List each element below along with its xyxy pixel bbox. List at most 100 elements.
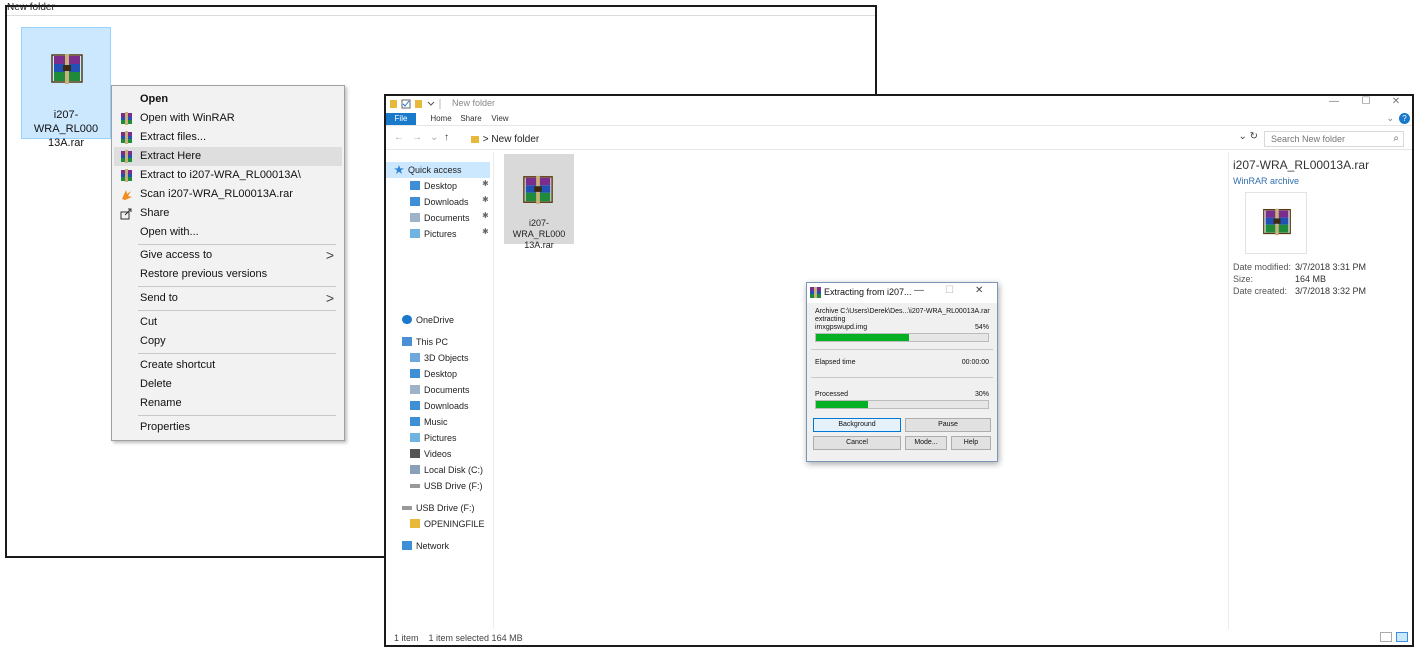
details-key: Date modified: [1233,262,1292,272]
tab-share[interactable]: Share [458,113,484,125]
details-pane: i207-WRA_RL00013A.rar WinRAR archive Dat… [1228,152,1412,629]
view-toggle [1376,632,1408,643]
menu-item-open-with[interactable]: Open with... [114,223,342,242]
minimize-button[interactable]: — [1320,96,1348,107]
search-icon[interactable]: ⌕ [1393,133,1399,144]
menu-item-copy[interactable]: Copy [114,332,342,351]
pin-icon[interactable]: ✱ [482,179,489,188]
forward-arrow-icon[interactable]: → [412,132,422,143]
menu-item-extract-to-folder[interactable]: Extract to i207-WRA_RL00013A\ [114,166,342,185]
nav-desktop-quick[interactable]: Desktop [386,178,457,194]
nav-documents[interactable]: Documents [386,382,470,398]
menu-item-label: Create shortcut [140,359,216,371]
pin-icon[interactable]: ✱ [482,227,489,236]
nav-videos[interactable]: Videos [386,446,451,462]
search-box[interactable]: ⌕ [1264,131,1404,147]
search-input[interactable] [1265,132,1381,146]
menu-item-open[interactable]: Open [114,90,342,109]
menu-item-label: Delete [140,378,172,390]
menu-item-open-with-winrar[interactable]: Open with WinRAR [114,109,342,128]
folder-icon [471,135,479,143]
menu-item-restore-versions[interactable]: Restore previous versions [114,265,342,284]
menu-item-delete[interactable]: Delete [114,375,342,394]
details-size: Size: 164 MB [1233,274,1326,284]
menu-item-properties[interactable]: Properties [114,418,342,437]
nav-label: OPENINGFILE [424,519,485,529]
nav-pictures[interactable]: Pictures [386,430,457,446]
pause-button[interactable]: Pause [905,418,991,432]
nav-pictures-quick[interactable]: Pictures [386,226,457,242]
nav-downloads[interactable]: Downloads [386,398,469,414]
quick-access-toolbar-icons[interactable] [390,99,446,111]
menu-item-extract-files[interactable]: Extract files... [114,128,342,147]
rar-file-name-line2: 13A.rar [47,137,85,149]
recent-locations-icon[interactable]: ⌄ [430,132,438,143]
menu-item-label: Copy [140,335,166,347]
background-button[interactable]: Background [813,418,901,432]
tab-home[interactable]: Home [428,113,454,125]
nav-label: USB Drive (F:) [424,481,483,491]
up-arrow-icon[interactable]: ↑ [444,132,449,143]
rar-file-item[interactable]: i207-WRA_RL000 13A.rar [21,27,111,149]
ribbon-tabs: File Home Share View ⌄ ? [386,112,1412,126]
close-button[interactable]: ✕ [1382,96,1410,107]
dialog-title: Extracting from i207... [824,287,912,297]
nav-openingfile[interactable]: OPENINGFILE [386,516,485,532]
mode-button[interactable]: Mode... [905,436,947,450]
help-icon[interactable]: ? [1399,113,1410,124]
menu-item-send-to[interactable]: Send to > [114,289,342,308]
nav-label: Desktop [424,369,458,379]
menu-item-scan[interactable]: Scan i207-WRA_RL00013A.rar [114,185,342,204]
nav-label: Videos [424,449,452,459]
help-button[interactable]: Help [951,436,991,450]
window-title: New folder [452,98,496,108]
nav-downloads-quick[interactable]: Downloads [386,194,469,210]
address-bar[interactable]: > New folder [466,131,1236,147]
nav-documents-quick[interactable]: Documents [386,210,470,226]
nav-label: Quick access [408,165,462,175]
nav-this-pc[interactable]: This PC [386,334,448,350]
nav-quick-access[interactable]: Quick access [386,162,490,178]
menu-item-give-access[interactable]: Give access to > [114,246,342,265]
nav-3d-objects[interactable]: 3D Objects [386,350,469,366]
rar-file-item[interactable]: i207-WRA_RL000 13A.rar [504,154,574,250]
navigation-pane: Quick access Desktop ✱ Downloads ✱ Docum… [386,152,494,629]
dialog-close-button[interactable]: ✕ [975,285,983,296]
tab-view[interactable]: View [488,113,512,125]
winrar-icon [810,287,821,301]
pin-icon[interactable]: ✱ [482,211,489,220]
nav-usb-drive-pc[interactable]: USB Drive (F:) [386,478,483,494]
documents-folder-icon [410,213,420,222]
menu-item-create-shortcut[interactable]: Create shortcut [114,356,342,375]
back-arrow-icon[interactable]: ← [394,132,404,143]
nav-desktop[interactable]: Desktop [386,366,457,382]
maximize-button[interactable]: ☐ [1352,96,1380,107]
tab-file[interactable]: File [386,113,416,125]
cancel-button[interactable]: Cancel [813,436,901,450]
nav-onedrive[interactable]: OneDrive [386,312,454,328]
menu-item-extract-here[interactable]: Extract Here [114,147,342,166]
dialog-title-bar: Extracting from i207... — ☐ ✕ [807,283,997,303]
star-icon [394,165,404,174]
ribbon-expand-icon[interactable]: ⌄ [1386,113,1394,124]
menu-item-label: Properties [140,421,191,433]
nav-music[interactable]: Music [386,414,448,430]
nav-local-disk[interactable]: Local Disk (C:) [386,462,483,478]
details-view-button[interactable] [1380,632,1392,643]
menu-item-share[interactable]: Share [114,204,342,223]
dialog-minimize-button[interactable]: — [914,285,924,296]
large-icons-view-button[interactable] [1396,632,1408,643]
elapsed-time-label: Elapsed time [815,359,856,366]
breadcrumb-location[interactable]: New folder [491,134,539,145]
pin-icon[interactable]: ✱ [482,195,489,204]
nav-label: Downloads [424,401,469,411]
menu-item-rename[interactable]: Rename [114,394,342,413]
menu-item-cut[interactable]: Cut [114,313,342,332]
refresh-icon[interactable]: ⌄ ↻ [1238,131,1258,142]
winrar-archive-icon [50,52,84,89]
menu-item-label: Send to [140,292,178,304]
file-progress-percent: 54% [974,324,989,331]
nav-usb-drive[interactable]: USB Drive (F:) [386,500,475,516]
nav-network[interactable]: Network [386,538,449,554]
downloads-folder-icon [410,401,420,410]
